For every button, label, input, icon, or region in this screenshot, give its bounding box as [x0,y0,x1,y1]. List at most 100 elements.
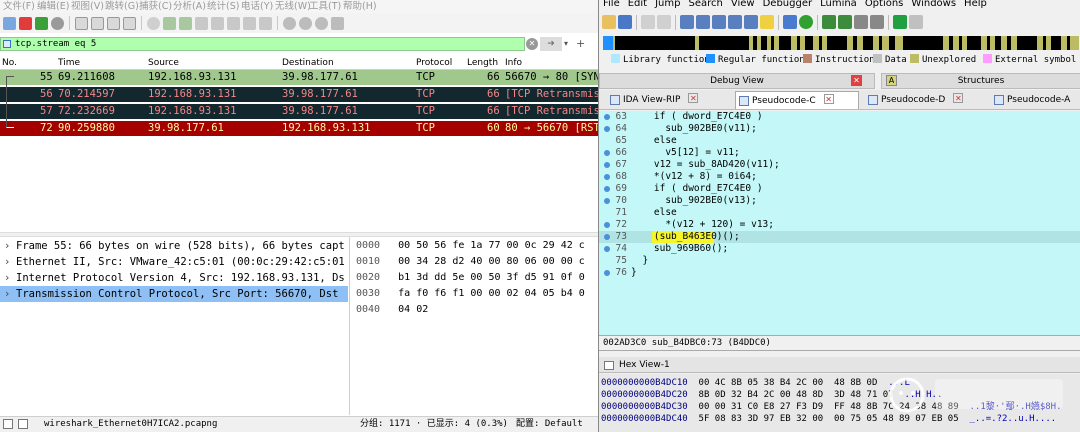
close-tab-icon[interactable]: ✕ [851,75,862,86]
code-line[interactable]: 65 else [599,135,1080,147]
tab-pseudocode-a[interactable]: Pseudocode-A [991,91,1080,109]
hex-row[interactable]: 0030 fa f0 f6 f1 00 00 02 04 05 b4 0 [356,286,585,302]
menu-wireless[interactable]: 无线(W) [272,0,311,13]
menu-edit[interactable]: 编辑(E) [34,0,69,13]
ida-menu-help[interactable]: Help [960,0,991,10]
search-sequence-icon[interactable] [680,15,694,29]
colorize-icon[interactable] [259,16,272,30]
code-line[interactable]: 66 v5[12] = v11; [599,147,1080,159]
display-filter-input[interactable]: tcp.stream eq 5 [0,37,525,51]
go-to-packet-icon[interactable] [195,16,208,30]
code-line[interactable]: 63 if ( dword_E7C4E0 ) [599,111,1080,123]
add-filter-button-plus-icon[interactable]: + [576,37,586,51]
apply-filter-icon[interactable]: ➜ [540,37,562,51]
breakpoint-dot-icon[interactable] [604,186,610,192]
expand-arrow-icon[interactable]: › [4,238,16,254]
stop-capture-icon[interactable] [19,16,32,30]
packet-row[interactable]: 55 69.211608 192.168.93.131 39.98.177.61… [0,70,598,85]
code-line[interactable]: 69 if ( dword_E7C4E0 ) [599,183,1080,195]
capture-options-icon[interactable] [51,16,64,30]
column-header-destination[interactable]: Destination [282,58,334,68]
tab-pseudocode-c-active[interactable]: Pseudocode-C ✕ [735,91,859,109]
profile-status[interactable]: 配置: Default [516,417,583,432]
column-header-time[interactable]: Time [58,58,80,68]
expand-arrow-icon[interactable]: › [4,254,16,270]
menu-view[interactable]: 视图(V) [68,0,104,13]
shark-fin-start-icon[interactable] [3,16,16,30]
save-file-icon[interactable] [91,16,104,30]
breakpoint-dot-icon[interactable] [604,270,610,276]
tab-pseudocode-d[interactable]: Pseudocode-D ✕ [865,91,985,109]
ida-menu-view[interactable]: View [727,0,759,10]
breakpoint-dot-icon[interactable] [604,126,610,132]
pause-process-icon[interactable] [909,15,923,29]
zoom-out-icon[interactable] [299,16,312,30]
filter-history-chevron-down-icon[interactable]: ▾ [564,37,574,51]
hex-row[interactable]: 0020 b1 3d dd 5e 00 50 3f d5 91 0f 0 [356,270,585,286]
close-tab-icon[interactable]: ✕ [688,93,699,103]
resize-columns-icon[interactable] [331,16,344,30]
breakpoint-dot-icon[interactable] [604,174,610,180]
clear-filter-icon[interactable]: ✕ [526,38,538,50]
packet-row[interactable]: 72 90.259880 39.98.177.61 192.168.93.131… [0,121,598,136]
status-green-icon[interactable] [799,15,813,29]
expand-arrow-icon[interactable]: › [4,286,16,302]
code-line[interactable]: 67 v12 = sub_8AD420(v11); [599,159,1080,171]
go-forward-icon[interactable] [179,16,192,30]
first-packet-icon[interactable] [211,16,224,30]
trace-icon[interactable] [854,15,868,29]
restart-capture-icon[interactable] [35,16,48,30]
detail-row-ethernet[interactable]: › Ethernet II, Src: VMware_42:c5:01 (00:0… [0,254,348,270]
ida-menu-edit[interactable]: Edit [624,0,651,10]
breakpoint-dot-icon[interactable] [604,114,610,120]
last-packet-icon[interactable] [227,16,240,30]
code-line[interactable]: 76} [599,267,1080,279]
expand-arrow-icon[interactable]: › [4,270,16,286]
code-line[interactable]: 75 } [599,255,1080,267]
breakpoint-dot-icon[interactable] [604,198,610,204]
code-line[interactable]: 71 else [599,207,1080,219]
open-file-icon[interactable] [75,16,88,30]
ida-menu-lumina[interactable]: Lumina [816,0,861,10]
breakpoint-dot-icon[interactable] [604,150,610,156]
detail-row-tcp-selected[interactable]: › Transmission Control Protocol, Src Port… [0,286,348,302]
step-icon[interactable] [838,15,852,29]
column-header-protocol[interactable]: Protocol [416,58,452,68]
breakpoint-list-icon[interactable] [870,15,884,29]
breakpoint-dot-icon[interactable] [604,234,610,240]
search-immediate-icon[interactable] [744,15,758,29]
menu-tools[interactable]: 工具(T) [306,0,341,13]
open-folder-icon[interactable] [602,15,616,29]
expert-info-icon[interactable] [3,419,13,429]
column-header-no[interactable]: No. [2,58,17,68]
menu-statistics[interactable]: 统计(S) [204,0,239,13]
hex-view-row[interactable]: 0000000000B4DC10 00 4C 8B 05 38 B4 2C 00… [601,377,910,389]
code-line-current[interactable]: 73 (sub_B463E0)(); [599,231,1080,243]
ida-menu-debugger[interactable]: Debugger [759,0,817,10]
search-text-icon[interactable] [696,15,710,29]
hex-row[interactable]: 0000 00 50 56 fe 1a 77 00 0c 29 42 c [356,238,585,254]
menu-capture[interactable]: 捕获(C) [136,0,172,13]
column-header-source[interactable]: Source [148,58,179,68]
ida-menu-options[interactable]: Options [861,0,908,10]
close-tab-icon[interactable]: ✕ [823,94,834,104]
menu-go[interactable]: 跳转(G) [102,0,139,13]
detail-row-ip[interactable]: › Internet Protocol Version 4, Src: 192.1… [0,270,348,286]
hex-row[interactable]: 0010 00 34 28 d2 40 00 80 06 00 00 c [356,254,585,270]
bookmark-icon[interactable] [3,40,11,48]
menu-telephony[interactable]: 电话(Y) [238,0,273,13]
zoom-reset-icon[interactable] [315,16,328,30]
close-tab-icon[interactable]: ✕ [953,93,964,103]
search-binary-icon[interactable] [712,15,726,29]
start-process-icon[interactable] [893,15,907,29]
save-disk-icon[interactable] [618,15,632,29]
tab-structures[interactable]: Structures [881,73,1080,89]
code-line[interactable]: 70 sub_902BE0(v13); [599,195,1080,207]
hex-row[interactable]: 0040 04 02 [356,302,428,318]
find-packet-icon[interactable] [147,16,160,30]
graph-view-icon[interactable] [783,15,797,29]
menu-file[interactable]: 文件(F) [0,0,35,13]
ida-menu-search[interactable]: Search [685,0,727,10]
search-next-icon[interactable] [728,15,742,29]
column-header-length[interactable]: Length [467,58,498,68]
